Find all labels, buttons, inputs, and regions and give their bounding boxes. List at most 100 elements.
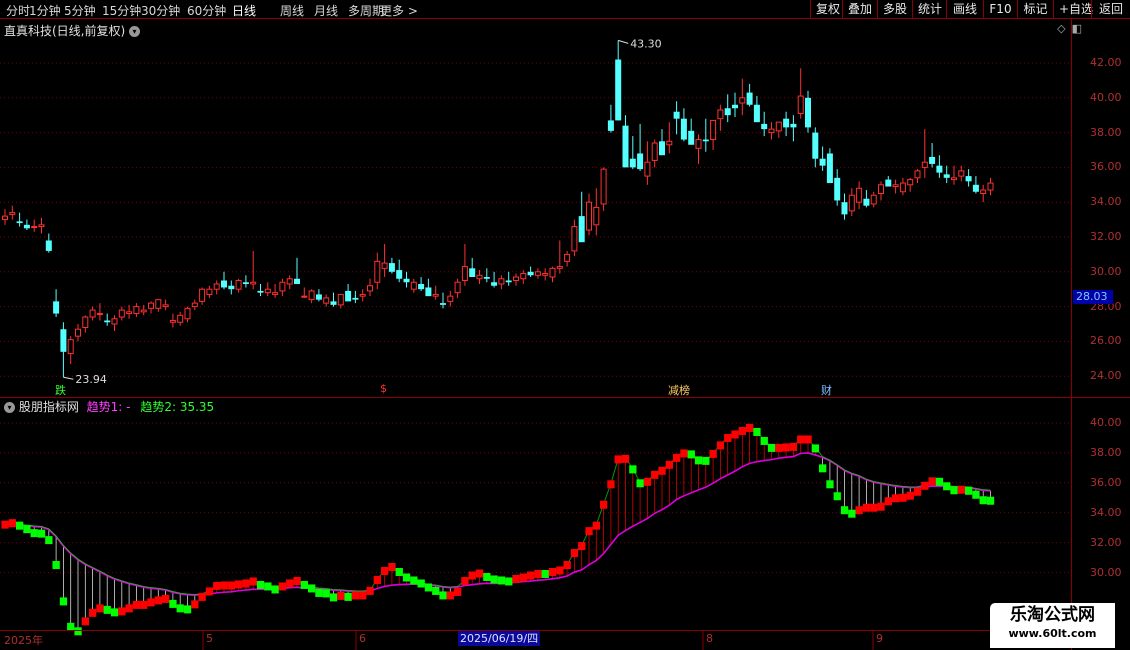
period-tab-7[interactable]: 周线 — [280, 2, 304, 19]
trend-block — [643, 477, 652, 486]
trend-block — [45, 536, 53, 545]
trend-block — [899, 493, 907, 502]
toolbar-button-3[interactable]: 统计 — [912, 0, 946, 19]
price-axis-label: 42.00 — [1090, 56, 1122, 69]
period-tab-10[interactable]: 更多 > — [380, 2, 418, 19]
watermark: 乐淘公式网 www.60lt.com — [990, 603, 1115, 648]
price-axis-label: 34.00 — [1090, 195, 1122, 209]
candle-body — [622, 125, 629, 168]
toolbar-button-5[interactable]: F10 — [983, 0, 1017, 19]
candle-body — [534, 271, 541, 276]
period-tab-4[interactable]: 30分钟 — [141, 2, 180, 19]
trend-block — [724, 433, 732, 442]
period-tab-8[interactable]: 月线 — [314, 2, 338, 19]
period-tab-0[interactable]: 分时 — [6, 2, 30, 19]
candle-body — [162, 304, 169, 308]
candle-body — [330, 301, 337, 305]
candle-body — [308, 290, 315, 301]
candle-body — [104, 320, 111, 323]
toolbar-button-7[interactable]: +自选 — [1053, 0, 1093, 19]
trend-block — [81, 617, 89, 626]
candle-body — [702, 139, 709, 142]
candle-body — [469, 268, 476, 278]
candle-body — [914, 170, 921, 179]
candle-body — [783, 118, 790, 128]
trend-block — [848, 509, 856, 518]
candle-body — [491, 282, 498, 286]
candle-body — [45, 240, 52, 251]
candle-body — [374, 260, 381, 283]
period-tab-9[interactable]: 多周期 — [348, 2, 384, 19]
candle-body — [410, 281, 417, 290]
candle-body — [213, 283, 220, 290]
trend-block — [585, 527, 593, 536]
candle-body — [556, 266, 563, 269]
price-axis-divider — [1071, 19, 1072, 650]
candle-body — [257, 290, 264, 293]
toolbar-button-0[interactable]: 复权 — [810, 0, 842, 19]
chevron-down-icon[interactable]: ▾ — [4, 402, 15, 413]
trend-block — [870, 503, 878, 512]
trend-block — [103, 605, 111, 614]
price-axis-label: 30.00 — [1090, 264, 1122, 278]
trend-block — [176, 604, 184, 613]
trend-block — [344, 592, 352, 601]
trend-block — [687, 450, 695, 459]
period-tab-6[interactable]: 日线 — [232, 2, 256, 19]
trend-block — [658, 466, 666, 475]
trend-block — [716, 441, 725, 450]
trend-block — [782, 443, 790, 452]
candle-body — [38, 224, 45, 228]
toolbar-button-4[interactable]: 画线 — [946, 0, 983, 19]
indicator-axis-label: 30.00 — [1090, 565, 1122, 579]
period-tab-5[interactable]: 60分钟 — [187, 2, 226, 19]
trend-block — [665, 460, 673, 469]
stock-title[interactable]: 直真科技(日线,前复权) ▾ — [4, 22, 141, 39]
trend-block — [629, 465, 637, 474]
trend2-value: 趋势2: 35.35 — [140, 400, 215, 414]
candle-body — [89, 309, 96, 318]
candle-body — [732, 104, 738, 109]
trend-block — [417, 579, 425, 588]
candle-body — [301, 295, 308, 298]
trend1-line — [4, 452, 991, 596]
candle-body — [418, 283, 425, 290]
candle-body — [264, 288, 271, 294]
candle-body — [9, 212, 16, 215]
diamond-icon[interactable]: ◇ — [1057, 22, 1065, 35]
trend-block — [293, 576, 301, 585]
chart-canvas[interactable]: 43.30 23.94 — [0, 0, 1130, 650]
candle-body — [432, 293, 439, 297]
toolbar-button-1[interactable]: 叠加 — [842, 0, 877, 19]
trend-block — [308, 584, 316, 593]
candle-body — [980, 189, 987, 195]
chevron-down-icon[interactable]: ▾ — [129, 26, 141, 37]
trend-block — [37, 529, 46, 538]
toolbar-button-2[interactable]: 多股 — [877, 0, 912, 19]
period-tab-2[interactable]: 5分钟 — [64, 2, 96, 19]
toolbar-button-6[interactable]: 标记 — [1017, 0, 1053, 19]
trend-block — [943, 482, 951, 491]
app-window: { "toolbar":{ "periods":["分时","1分钟","5分钟… — [0, 0, 1130, 650]
trend-block — [855, 506, 863, 515]
candle-body — [856, 187, 863, 203]
trend-block — [381, 567, 389, 576]
trend-block — [614, 455, 622, 464]
candle-body — [892, 184, 899, 188]
candle-body — [746, 92, 753, 105]
current-price-tag: 28.03 — [1073, 290, 1113, 304]
candle-body — [899, 182, 906, 193]
trend-block — [410, 576, 418, 585]
indicator-axis-label: 40.00 — [1090, 416, 1122, 429]
trend-block — [497, 576, 506, 585]
restore-icon[interactable]: ◧ — [1072, 22, 1082, 35]
period-tab-1[interactable]: 1分钟 — [29, 2, 61, 19]
candle-body — [381, 262, 388, 269]
candle-body — [345, 290, 352, 302]
toolbar-button-8[interactable]: 返回 — [1091, 0, 1130, 19]
candle-body — [23, 224, 30, 229]
trend-block — [249, 577, 257, 586]
candle-body — [272, 292, 279, 295]
trend-block — [709, 449, 717, 458]
period-tab-3[interactable]: 15分钟 — [102, 2, 141, 19]
